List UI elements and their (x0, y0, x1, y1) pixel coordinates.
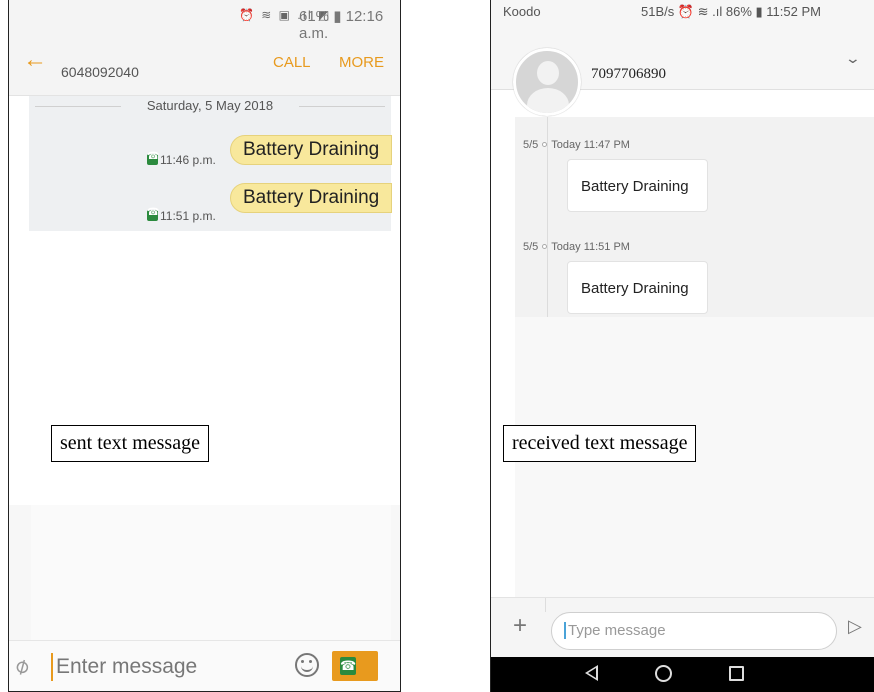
contact-number: 6048092040 (61, 64, 139, 80)
received-message-bubble[interactable]: Battery Draining (567, 261, 708, 314)
sim-send-icon: ☎ (340, 657, 357, 675)
sim-phone-icon (147, 151, 159, 165)
date-header: Saturday, 5 May 2018 (146, 98, 274, 113)
sent-message-bubble[interactable]: Battery Draining (230, 183, 393, 213)
message-time: 11:51 p.m. (147, 207, 216, 223)
send-button[interactable]: ☎ (332, 651, 378, 681)
timeline-dot-icon (542, 244, 548, 249)
divider (545, 598, 546, 612)
battery-and-time: 61% ▮ 12:16 a.m. (299, 8, 384, 42)
status-info: 51B/s ⏰ ≋ .ıl 86% ▮ 11:52 PM (641, 4, 821, 19)
contact-number: 7097706890 (591, 66, 666, 82)
message-time: 11:46 p.m. (147, 151, 216, 167)
message-input[interactable]: Type message (551, 612, 837, 650)
message-timestamp: 5/5 Today 11:47 PM (523, 139, 630, 151)
timeline-dot-icon (542, 142, 548, 147)
emoji-icon[interactable] (295, 653, 319, 677)
nav-home-icon[interactable] (655, 665, 672, 682)
nav-recents-icon[interactable] (729, 666, 744, 681)
received-annotation-label: received text message (503, 425, 697, 462)
status-bar: Koodo 51B/s ⏰ ≋ .ıl 86% ▮ 11:52 PM (491, 0, 874, 50)
conversation-header: ← 6048092040 CALL MORE (9, 40, 400, 96)
message-thread: Saturday, 5 May 2018 11:46 p.m. Battery … (29, 96, 393, 231)
message-input-bar: ⌀ Enter message ☎ (9, 640, 400, 691)
send-icon[interactable]: ▷ (848, 616, 862, 637)
received-message-bubble[interactable]: Battery Draining (567, 159, 708, 212)
chevron-down-icon[interactable]: ⌄ (845, 50, 861, 67)
sent-annotation-label: sent text message (51, 425, 209, 462)
sent-phone-screen: ⏰ ≋ ▣ .ıl ◩ 61% ▮ 12:16 a.m. ← 604809204… (8, 0, 401, 692)
carrier-name: Koodo (503, 4, 541, 19)
nav-back-icon[interactable] (585, 665, 598, 681)
compose-area-background (9, 505, 400, 640)
attach-paperclip-icon[interactable]: ⌀ (9, 651, 33, 680)
received-phone-screen: Koodo 51B/s ⏰ ≋ .ıl 86% ▮ 11:52 PM 70977… (490, 0, 874, 692)
more-button[interactable]: MORE (339, 54, 384, 71)
sim-phone-icon (147, 207, 159, 221)
message-input-bar: + Type message ▷ (491, 597, 874, 657)
compose-area-inner (31, 505, 391, 640)
message-input[interactable]: Enter message (51, 653, 197, 681)
navigation-bar (491, 657, 874, 692)
status-bar: ⏰ ≋ ▣ .ıl ◩ 61% ▮ 12:16 a.m. (9, 0, 400, 42)
call-button[interactable]: CALL (273, 54, 311, 71)
message-timestamp: 5/5 Today 11:51 PM (523, 241, 630, 253)
add-attachment-icon[interactable]: + (513, 612, 527, 640)
sent-message-bubble[interactable]: Battery Draining (230, 135, 393, 165)
message-placeholder: Type message (564, 622, 666, 639)
contact-avatar[interactable] (513, 48, 581, 116)
back-arrow-icon[interactable]: ← (23, 46, 47, 74)
